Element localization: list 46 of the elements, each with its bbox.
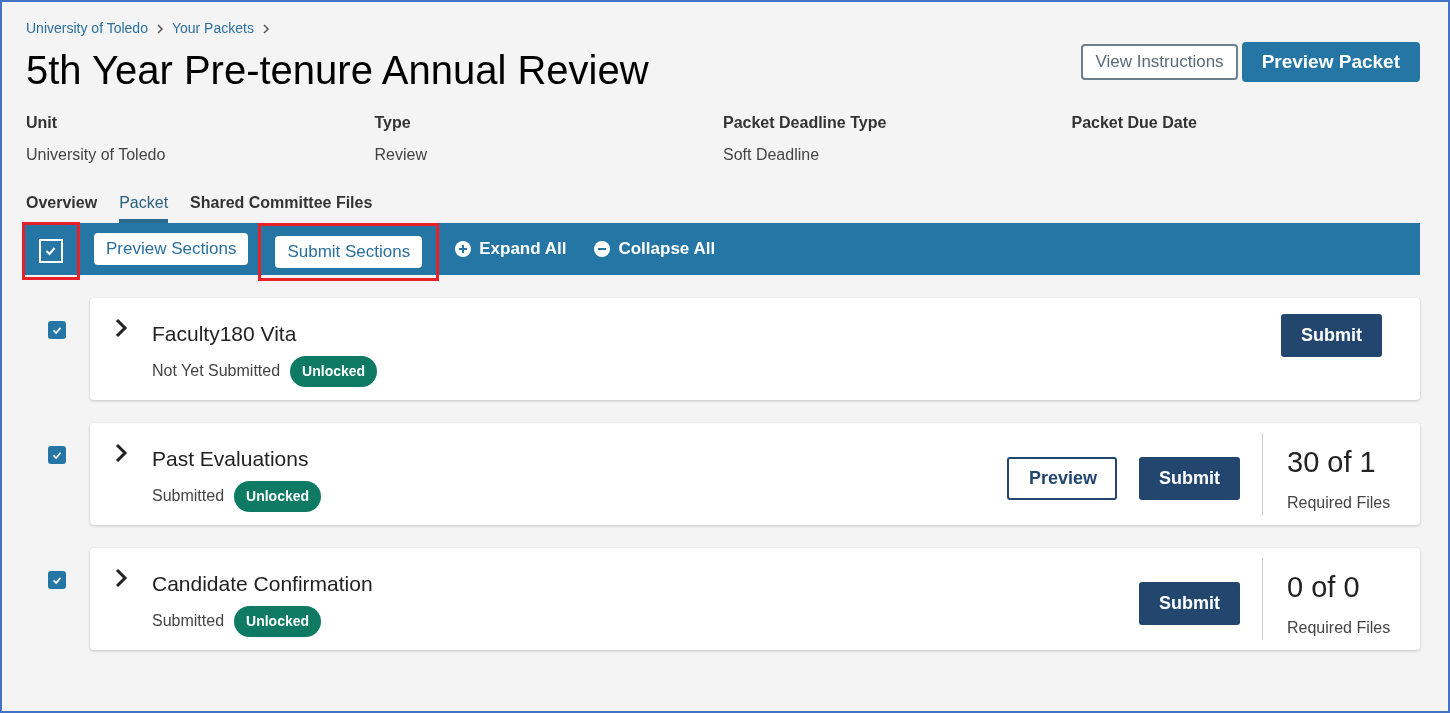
files-label: Required Files: [1287, 617, 1392, 638]
view-instructions-button[interactable]: View Instructions: [1081, 44, 1238, 80]
toolbar-button[interactable]: Submit Sections: [275, 236, 423, 268]
section-checkbox[interactable]: [48, 446, 66, 464]
detail-value: University of Toledo: [26, 145, 167, 165]
detail-value: Soft Deadline: [723, 145, 821, 165]
status-text: Submitted: [152, 486, 225, 506]
preview-packet-button[interactable]: Preview Packet: [1241, 42, 1420, 82]
select-all-checkbox[interactable]: [39, 239, 63, 263]
chevron-right-icon: [114, 443, 128, 463]
detail-label: Packet Deadline Type: [723, 113, 888, 133]
breadcrumb-link[interactable]: University of Toledo: [26, 18, 148, 39]
collapse-all-button[interactable]: Collapse All: [588, 236, 722, 262]
submit-button[interactable]: Submit: [1139, 582, 1240, 625]
toolbar-button[interactable]: Preview Sections: [94, 233, 249, 265]
section-title: Faculty180 Vita: [152, 321, 298, 347]
section-title: Candidate Confirmation: [152, 571, 374, 597]
chevron-icon: [155, 22, 164, 35]
tab[interactable]: Overview: [26, 191, 98, 223]
status-text: Submitted: [152, 611, 225, 631]
detail-value: Review: [374, 145, 428, 165]
submit-button[interactable]: Submit: [1139, 457, 1240, 500]
file-count: 0 of 0: [1287, 570, 1361, 605]
minus-circle-icon: [594, 241, 611, 257]
section-checkbox[interactable]: [48, 571, 66, 589]
detail-label: Packet Due Date: [1071, 113, 1198, 133]
tab[interactable]: Shared Committee Files: [190, 191, 373, 223]
section-checkbox[interactable]: [48, 321, 66, 339]
detail-label: Type: [374, 113, 412, 133]
status-badge: Unlocked: [234, 480, 322, 512]
preview-button[interactable]: Preview: [1007, 457, 1117, 500]
page-title: 5th Year Pre-tenure Annual Review: [26, 47, 649, 94]
breadcrumb-link[interactable]: Your Packets: [171, 18, 254, 39]
plus-circle-icon: [455, 241, 472, 257]
status-badge: Unlocked: [290, 355, 378, 387]
file-count: 30 of 1: [1287, 445, 1377, 480]
detail-label: Unit: [26, 113, 59, 133]
files-label: Required Files: [1287, 492, 1392, 513]
status-text: Not Yet Submitted: [152, 361, 281, 381]
section-title: Past Evaluations: [152, 446, 310, 472]
status-badge: Unlocked: [234, 605, 322, 637]
chevron-icon: [261, 22, 270, 35]
chevron-right-icon: [114, 318, 128, 338]
chevron-right-icon: [114, 568, 128, 588]
expand-all-button[interactable]: Expand All: [449, 236, 573, 262]
submit-button[interactable]: Submit: [1281, 314, 1382, 357]
